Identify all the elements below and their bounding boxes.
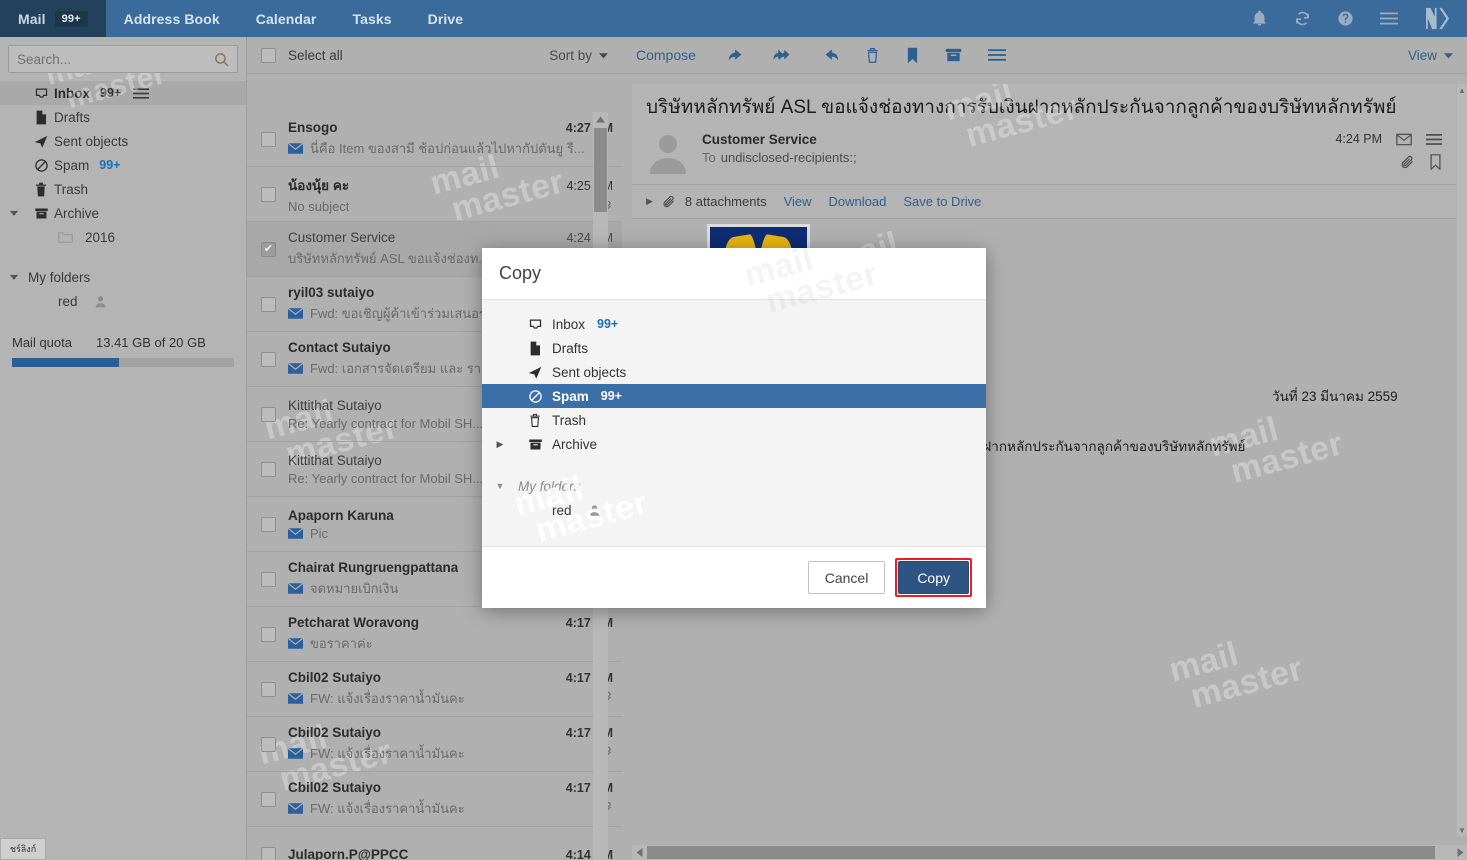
copy-button-highlight: Copy xyxy=(895,558,972,597)
copy-folder-archive[interactable]: ▶ Archive xyxy=(482,432,986,456)
copy-folder-trash[interactable]: Trash xyxy=(482,408,986,432)
copy-folder-spam-label: Spam xyxy=(552,388,589,404)
copy-folder-spam-count: 99+ xyxy=(600,389,622,403)
copy-folder-archive-label: Archive xyxy=(552,436,598,452)
copy-folder-trash-label: Trash xyxy=(552,412,587,428)
copy-folder-inbox-label: Inbox xyxy=(552,316,586,332)
copy-group-my-folders-label: My folders xyxy=(518,478,581,494)
copy-folder-sent-objects[interactable]: Sent objects xyxy=(482,360,986,384)
inbox-icon xyxy=(518,317,552,332)
my-folders-expand-arrow-icon[interactable]: ▼ xyxy=(482,481,518,491)
copy-folder-spam[interactable]: Spam 99+ xyxy=(482,384,986,408)
archive-icon xyxy=(518,437,552,452)
copy-dialog: mail master mail master Copy Inbox 99+ xyxy=(482,240,986,608)
copy-folder-sent-objects-label: Sent objects xyxy=(552,364,627,380)
user-icon xyxy=(588,504,601,517)
copy-dialog-title: Copy xyxy=(482,248,986,300)
copy-folder-red-label: red xyxy=(552,502,572,518)
archive-expand-arrow-icon[interactable]: ▶ xyxy=(482,439,518,450)
copy-folder-inbox[interactable]: Inbox 99+ xyxy=(482,312,986,336)
spam-icon xyxy=(518,389,552,404)
drafts-icon xyxy=(518,341,552,356)
copy-button[interactable]: Copy xyxy=(898,561,969,594)
copy-dialog-folder-list: Inbox 99+ Drafts Sent objects Spam 99+ T… xyxy=(482,300,986,546)
copy-folder-drafts-label: Drafts xyxy=(552,340,589,356)
copy-dialog-footer: Cancel Copy xyxy=(482,546,986,608)
sent-icon xyxy=(518,365,552,380)
copy-folder-drafts[interactable]: Drafts xyxy=(482,336,986,360)
copy-folder-inbox-count: 99+ xyxy=(597,317,619,331)
copy-group-my-folders[interactable]: ▼ My folders xyxy=(482,474,986,498)
cancel-button[interactable]: Cancel xyxy=(807,561,886,594)
trash-icon xyxy=(518,413,552,428)
copy-folder-red[interactable]: red xyxy=(482,498,986,522)
